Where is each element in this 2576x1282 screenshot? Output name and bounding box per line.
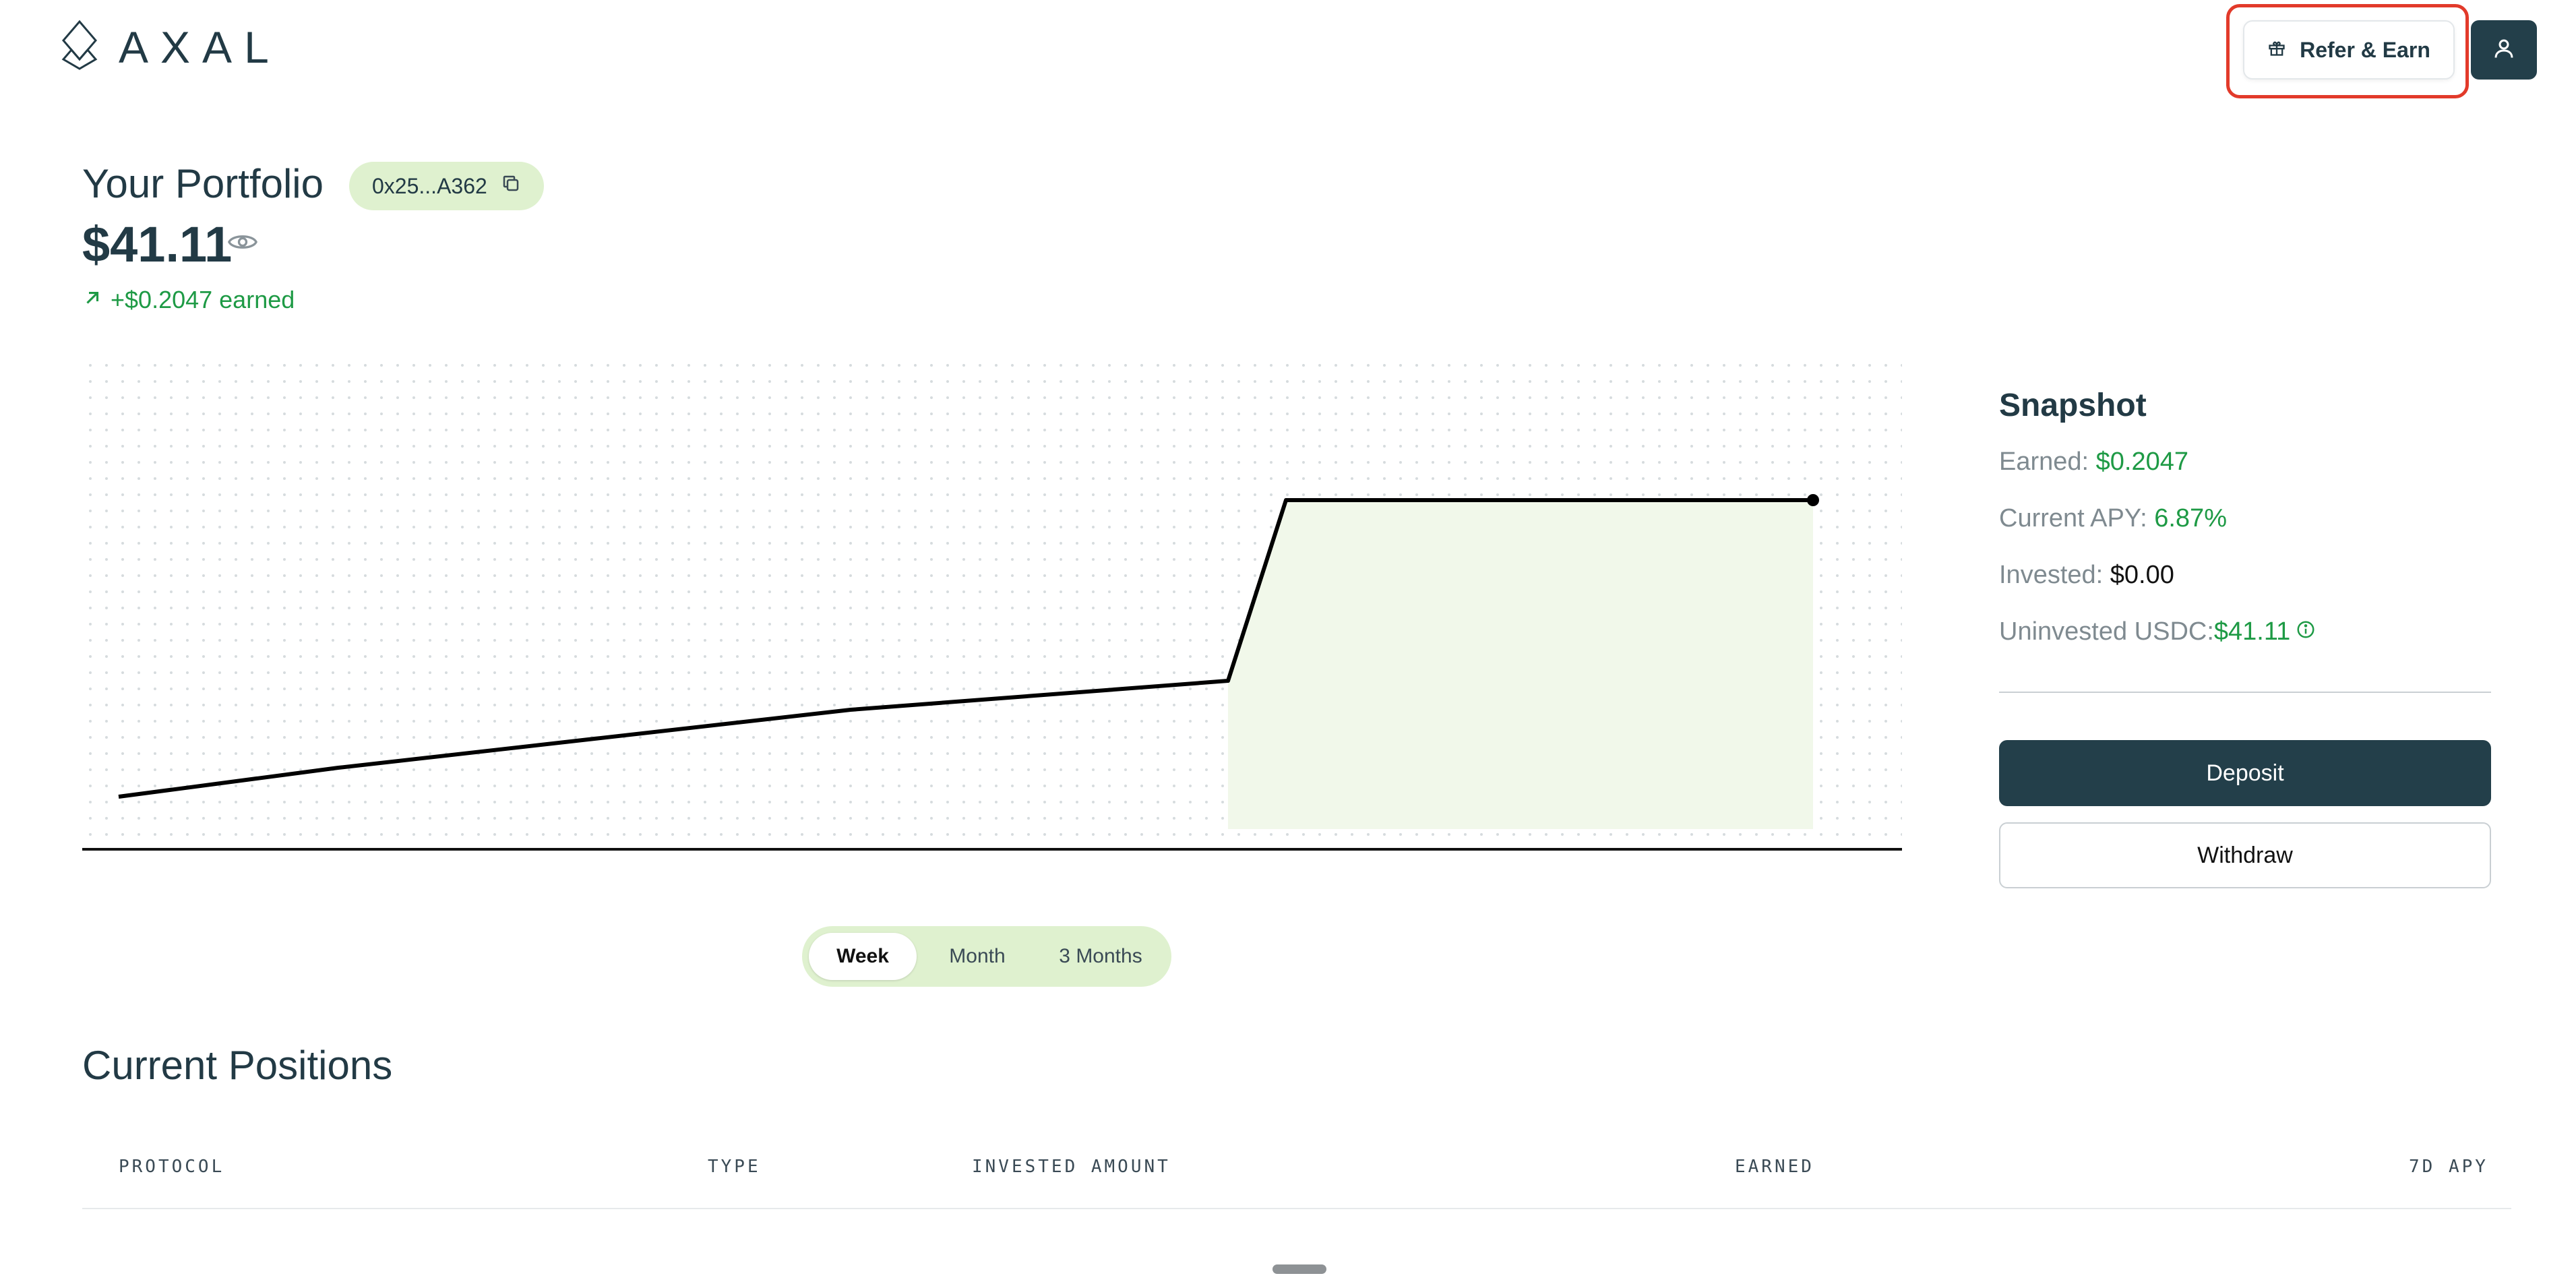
table-header-divider (82, 1208, 2511, 1209)
snapshot-uninvested-row: Uninvested USDC: $41.11 (1999, 617, 2316, 646)
snapshot-earned-value: $0.2047 (2095, 448, 2189, 476)
snapshot-invested-row: Invested: $0.00 (1999, 561, 2174, 590)
range-selector: Week Month 3 Months (802, 926, 1171, 987)
user-icon (2492, 36, 2516, 64)
snapshot-apy-label: Current APY: (1999, 504, 2155, 532)
logo-text: AXAL (119, 22, 281, 72)
snapshot-apy-row: Current APY: 6.87% (1999, 504, 2227, 533)
gift-icon (2267, 38, 2286, 63)
range-tab-week[interactable]: Week (809, 933, 917, 980)
portfolio-value: $41.11 (82, 216, 233, 272)
withdraw-button[interactable]: Withdraw (1999, 822, 2491, 888)
column-header-earned: EARNED (1735, 1157, 1814, 1177)
chart-area-fill (1228, 500, 1813, 829)
user-profile-button[interactable] (2471, 20, 2537, 80)
deposit-button[interactable]: Deposit (1999, 740, 2491, 806)
snapshot-title: Snapshot (1999, 388, 2147, 423)
chart-end-point (1807, 494, 1819, 506)
info-icon[interactable] (2296, 617, 2316, 646)
portfolio-title: Your Portfolio (82, 161, 324, 206)
wallet-address: 0x25...A362 (372, 173, 487, 198)
snapshot-divider (1999, 692, 2491, 693)
logo-mark-icon (58, 20, 101, 73)
snapshot-earned-row: Earned: $0.2047 (1999, 448, 2188, 477)
arrow-up-right-icon (82, 286, 102, 314)
portfolio-chart (82, 357, 1902, 851)
refer-earn-label: Refer & Earn (2300, 37, 2430, 62)
snapshot-uninvested-label: Uninvested USDC: (1999, 617, 2214, 646)
column-header-type: TYPE (708, 1157, 761, 1177)
column-header-invested-amount: INVESTED AMOUNT (972, 1157, 1171, 1177)
earned-text: +$0.2047 earned (111, 286, 295, 313)
copy-icon[interactable] (501, 173, 521, 199)
refer-earn-button[interactable]: Refer & Earn (2243, 20, 2455, 80)
column-header-7d-apy: 7D APY (2409, 1157, 2488, 1177)
snapshot-invested-value: $0.00 (2110, 561, 2174, 589)
scroll-handle[interactable] (1272, 1264, 1326, 1274)
snapshot-uninvested-value: $41.11 (2213, 617, 2291, 646)
range-tab-month[interactable]: Month (917, 933, 1038, 980)
wallet-address-pill[interactable]: 0x25...A362 (349, 162, 544, 210)
snapshot-earned-label: Earned: (1999, 448, 2096, 476)
snapshot-apy-value: 6.87% (2154, 504, 2227, 532)
column-header-protocol: PROTOCOL (119, 1157, 225, 1177)
snapshot-invested-label: Invested: (1999, 561, 2110, 589)
eye-icon[interactable] (227, 232, 258, 255)
axal-logo[interactable]: AXAL (58, 20, 281, 73)
earned-summary: +$0.2047 earned (82, 286, 295, 314)
current-positions-title: Current Positions (82, 1043, 393, 1088)
range-tab-3-months[interactable]: 3 Months (1038, 933, 1163, 980)
